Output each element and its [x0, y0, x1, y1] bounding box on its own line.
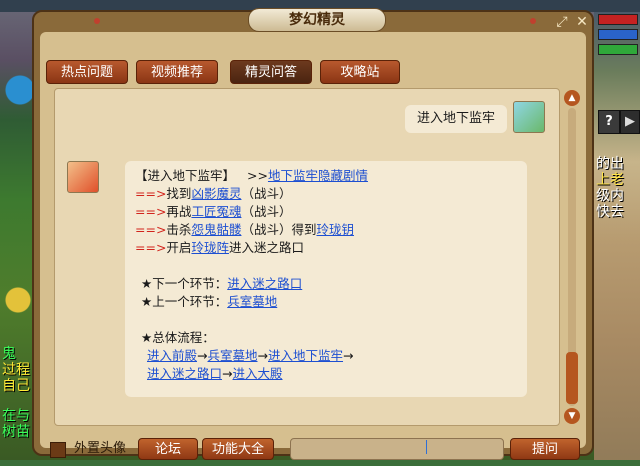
side-text-line: 上老: [596, 172, 624, 188]
flow-link[interactable]: 进入大殿: [233, 366, 283, 381]
step-text: （战斗）: [241, 204, 292, 219]
step-text: 再战: [166, 204, 192, 219]
flow-arrow: →: [343, 348, 354, 363]
flow-link[interactable]: 进入前殿: [147, 348, 197, 363]
reply-heading: 【进入地下监牢】: [135, 168, 236, 183]
ask-button[interactable]: 提问: [510, 438, 580, 460]
hidden-story-link[interactable]: 地下监牢隐藏剧情: [268, 168, 368, 183]
step-marker: ==>: [135, 240, 167, 255]
tab-guide[interactable]: 攻略站: [320, 60, 400, 84]
flow-row: 进入迷之路口→进入大殿: [135, 365, 517, 383]
resize-icon[interactable]: ⤢: [554, 14, 570, 30]
side-text-line: 的出: [596, 156, 624, 172]
side-text-line: 级内: [596, 188, 624, 204]
step-link[interactable]: 玲珑钥: [316, 222, 354, 237]
flow-label: ★总体流程：: [141, 330, 215, 345]
step-marker: ==>: [135, 222, 167, 237]
left-text-line: 自己: [2, 378, 30, 394]
game-left-text: 鬼 过程 自己 在与 树苗: [2, 346, 32, 440]
step-link[interactable]: 玲珑阵: [191, 240, 229, 255]
flow-arrow: →: [222, 366, 233, 381]
next-step-line: ★下一个环节：进入迷之路口: [135, 275, 517, 293]
features-button[interactable]: 功能大全: [202, 438, 274, 460]
mp-bar: [598, 29, 638, 40]
step-line: ==>找到凶影魔灵（战斗）: [135, 185, 517, 203]
prev-step-label: ★上一个环节：: [141, 294, 228, 309]
hp-bar: [598, 14, 638, 25]
game-side-text: 的出 上老 级内 快去: [596, 156, 624, 220]
step-text: 进入迷之路口: [228, 240, 304, 255]
bottom-bar: 外置头像 论坛 功能大全 提问: [40, 436, 586, 466]
title-ornament-icon: [530, 18, 536, 24]
scroll-up-icon[interactable]: ▲: [564, 90, 580, 106]
step-text: （战斗）得到: [241, 222, 317, 237]
external-avatar-checkbox[interactable]: [50, 442, 66, 458]
text-caret: [426, 440, 427, 454]
flow-arrow: →: [197, 348, 208, 363]
external-avatar-label: 外置头像: [74, 441, 127, 456]
window-body: 热点问题 视频推荐 精灵问答 攻略站 进入地下监牢 【进入地下监牢】 >>地下监…: [40, 32, 586, 460]
left-text-line: 过程: [2, 362, 30, 378]
prev-step-link[interactable]: 兵室墓地: [227, 294, 277, 309]
step-text: 开启: [166, 240, 192, 255]
scroll-thumb[interactable]: [566, 352, 578, 404]
step-line: ==>再战工匠冤魂（战斗）: [135, 203, 517, 221]
step-line: ==>开启玲珑阵进入迷之路口: [135, 239, 517, 257]
user-avatar: [513, 101, 545, 133]
status-bars: [598, 14, 638, 59]
next-step-label: ★下一个环节：: [141, 276, 228, 291]
expand-arrow-icon[interactable]: ▶: [620, 110, 640, 134]
flow-link[interactable]: 进入地下监牢: [268, 348, 343, 363]
prev-step-line: ★上一个环节：兵室墓地: [135, 293, 517, 311]
left-text-line: 在与: [2, 408, 30, 424]
question-input[interactable]: [290, 438, 504, 460]
flow-link[interactable]: 兵室墓地: [208, 348, 258, 363]
close-icon[interactable]: ✕: [574, 14, 590, 30]
chat-scrollbar[interactable]: ▲ ▼: [564, 90, 580, 424]
step-line: ==>击杀怨鬼骷髅（战斗）得到玲珑钥: [135, 221, 517, 239]
step-link[interactable]: 怨鬼骷髅: [191, 222, 241, 237]
left-text-line: 鬼: [2, 346, 16, 362]
left-text-line: 树苗: [2, 424, 30, 440]
next-step-link[interactable]: 进入迷之路口: [227, 276, 302, 291]
step-text: （战斗）: [241, 186, 292, 201]
step-link[interactable]: 凶影魔灵: [191, 186, 241, 201]
help-icon[interactable]: ?: [598, 110, 620, 134]
reply-heading-line: 【进入地下监牢】 >>地下监牢隐藏剧情: [135, 167, 517, 185]
forum-button[interactable]: 论坛: [138, 438, 198, 460]
exp-bar: [598, 44, 638, 55]
flow-link[interactable]: 进入迷之路口: [147, 366, 222, 381]
flow-row: 进入前殿→兵室墓地→进入地下监牢→: [135, 347, 517, 365]
step-text: 击杀: [166, 222, 192, 237]
flow-arrow: →: [257, 348, 268, 363]
tab-video[interactable]: 视频推荐: [136, 60, 218, 84]
title-ornament-icon: [94, 18, 100, 24]
scroll-down-icon[interactable]: ▼: [564, 408, 580, 424]
step-text: 找到: [166, 186, 192, 201]
step-marker: ==>: [135, 186, 167, 201]
tab-hot-questions[interactable]: 热点问题: [46, 60, 128, 84]
side-text-line: 快去: [596, 204, 624, 220]
right-game-panel: [594, 12, 640, 460]
step-link[interactable]: 工匠冤魂: [191, 204, 241, 219]
tab-sprite-qa[interactable]: 精灵问答: [230, 60, 312, 84]
user-message: 进入地下监牢: [404, 105, 507, 133]
chat-area: 进入地下监牢 【进入地下监牢】 >>地下监牢隐藏剧情 ==>找到凶影魔灵（战斗）…: [54, 88, 560, 426]
npc-reply: 【进入地下监牢】 >>地下监牢隐藏剧情 ==>找到凶影魔灵（战斗） ==>再战工…: [125, 161, 527, 397]
npc-avatar: [67, 161, 99, 193]
window-title: 梦幻精灵: [248, 8, 386, 32]
heading-arrow: >>: [247, 168, 268, 183]
step-marker: ==>: [135, 204, 167, 219]
sprite-helper-window: 梦幻精灵 ⤢ ✕ 热点问题 视频推荐 精灵问答 攻略站 进入地下监牢 【进入地下…: [32, 8, 594, 460]
